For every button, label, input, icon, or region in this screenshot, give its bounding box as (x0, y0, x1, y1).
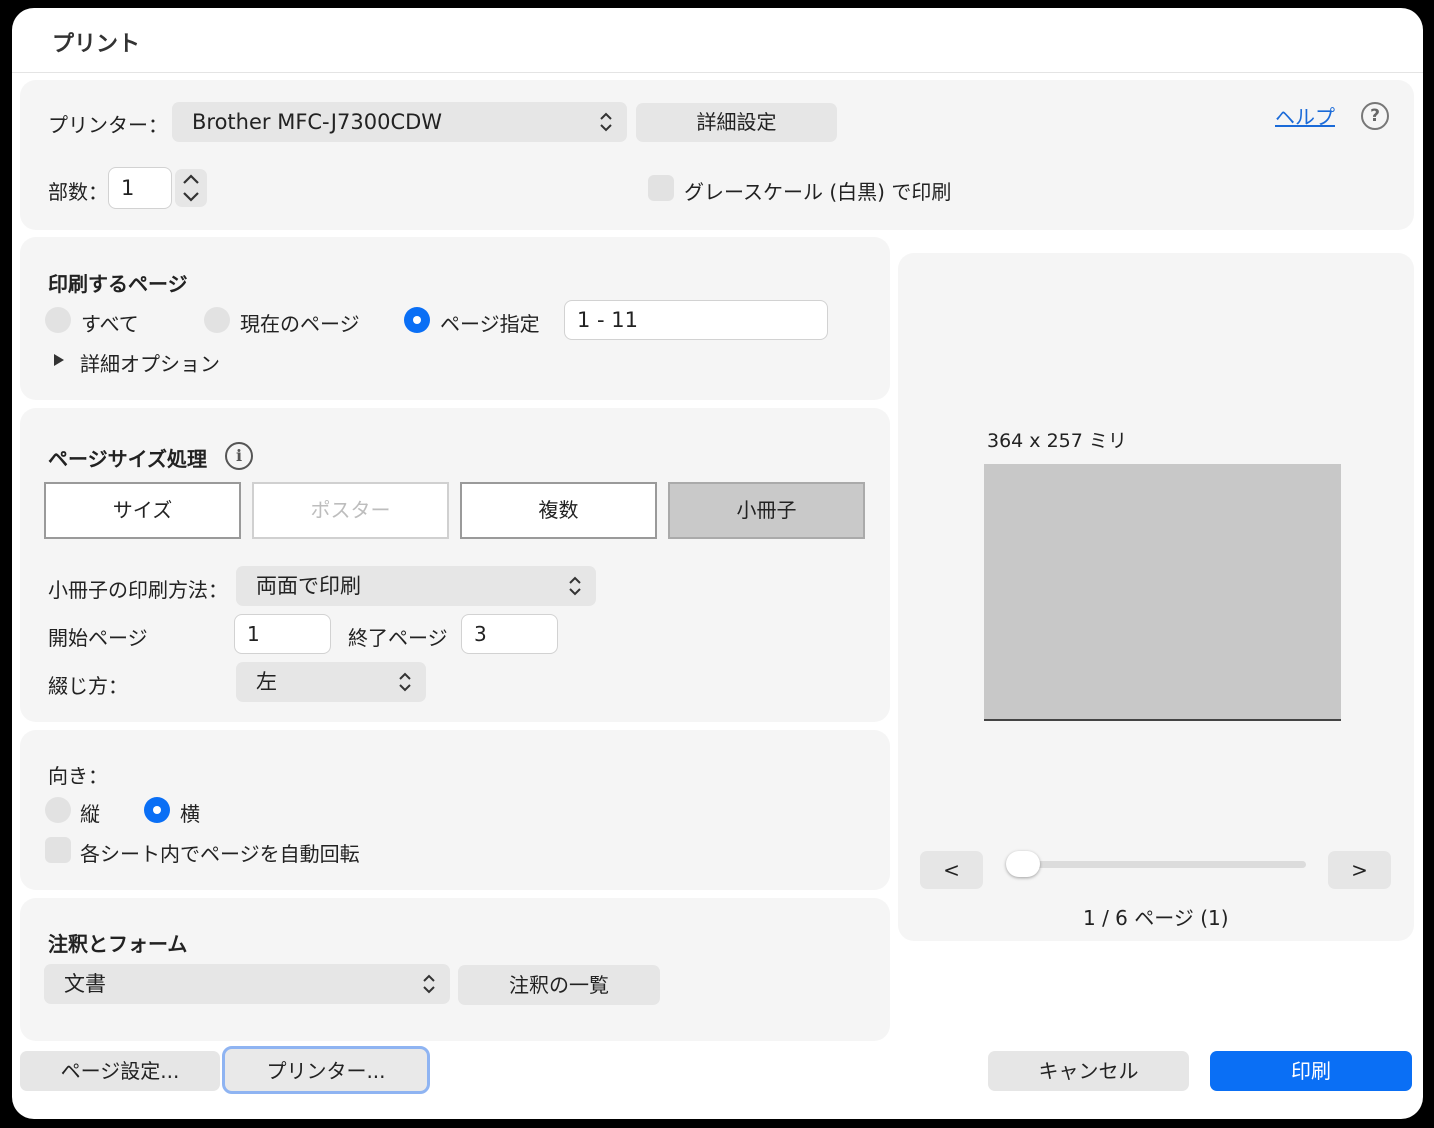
binding-value: 左 (256, 670, 277, 694)
end-page-field[interactable]: 3 (461, 614, 558, 654)
end-page-label: 終了ページ (348, 626, 448, 650)
grayscale-label: グレースケール (白黒) で印刷 (684, 180, 952, 204)
copies-field[interactable]: 1 (108, 167, 172, 209)
printer-select-value: Brother MFC-J7300CDW (192, 110, 443, 134)
binding-select[interactable]: 左 (236, 662, 426, 702)
cancel-button[interactable]: キャンセル (988, 1051, 1189, 1091)
radio-page-range-label: ページ指定 (440, 312, 540, 336)
annotations-heading: 注釈とフォーム (48, 932, 188, 956)
info-icon[interactable]: i (225, 442, 253, 470)
start-page-label: 開始ページ (48, 626, 148, 650)
title-bar: プリント (12, 8, 1423, 73)
copies-label: 部数： (48, 180, 108, 204)
page-slider-thumb[interactable] (1006, 851, 1040, 877)
radio-portrait[interactable] (45, 797, 71, 823)
help-icon-glyph: ? (1370, 106, 1380, 126)
printer-label: プリンター： (48, 113, 168, 137)
page-size-heading: ページサイズ処理 (48, 447, 207, 471)
radio-current-page-label: 現在のページ (240, 312, 360, 336)
annotations-select[interactable]: 文書 (44, 964, 450, 1004)
page-range-field[interactable]: 1 - 11 (564, 300, 828, 340)
radio-page-range[interactable] (404, 307, 430, 333)
radio-all-pages-label: すべて (81, 312, 139, 336)
preview-dimensions: 364 x 257 ミリ (987, 430, 1127, 452)
updown-chevron-icon (600, 112, 612, 132)
print-button[interactable]: 印刷 (1210, 1051, 1412, 1091)
pages-heading: 印刷するページ (48, 272, 188, 296)
orientation-heading: 向き： (48, 764, 108, 788)
booklet-method-value: 両面で印刷 (256, 574, 361, 598)
annotations-select-value: 文書 (64, 972, 106, 996)
updown-chevron-icon (399, 672, 411, 692)
page-setup-button[interactable]: ページ設定... (20, 1051, 220, 1091)
stepper-arrows-icon (183, 174, 199, 202)
prev-page-button[interactable]: < (920, 851, 983, 889)
updown-chevron-icon (569, 576, 581, 596)
window-title: プリント (52, 32, 141, 57)
binding-label: 綴じ方： (48, 674, 128, 698)
preview-page-image (984, 464, 1341, 721)
tab-booklet[interactable]: 小冊子 (668, 482, 865, 539)
auto-rotate-checkbox[interactable] (45, 837, 71, 863)
radio-current-page[interactable] (204, 307, 230, 333)
start-page-field[interactable]: 1 (234, 614, 331, 654)
page-status: 1 / 6 ページ (1) (1083, 906, 1229, 930)
radio-all-pages[interactable] (45, 307, 71, 333)
tab-poster: ポスター (252, 482, 449, 539)
info-icon-glyph: i (235, 446, 243, 465)
printer-details-button[interactable]: 詳細設定 (636, 103, 837, 142)
print-dialog: プリント プリンター： Brother MFC-J7300CDW 詳細設定 ヘル… (12, 8, 1423, 1119)
annotations-list-button[interactable]: 注釈の一覧 (458, 965, 660, 1005)
radio-landscape[interactable] (144, 797, 170, 823)
printer-button[interactable]: プリンター... (222, 1046, 430, 1094)
next-page-button[interactable]: > (1328, 851, 1391, 889)
copies-stepper[interactable] (175, 169, 207, 207)
booklet-method-label: 小冊子の印刷方法： (48, 578, 228, 602)
help-icon[interactable]: ? (1361, 102, 1389, 130)
auto-rotate-label: 各シート内でページを自動回転 (80, 842, 360, 866)
disclosure-triangle-icon[interactable] (52, 352, 66, 372)
page-slider-track[interactable] (1012, 861, 1306, 868)
printer-select[interactable]: Brother MFC-J7300CDW (172, 102, 627, 142)
help-link[interactable]: ヘルプ (1275, 101, 1335, 130)
radio-landscape-label: 横 (180, 802, 200, 826)
booklet-method-select[interactable]: 両面で印刷 (236, 566, 596, 606)
grayscale-checkbox[interactable] (648, 175, 674, 201)
advanced-options-label[interactable]: 詳細オプション (80, 348, 220, 377)
updown-chevron-icon (423, 974, 435, 994)
radio-portrait-label: 縦 (80, 802, 100, 826)
tab-size[interactable]: サイズ (44, 482, 241, 539)
tab-multiple[interactable]: 複数 (460, 482, 657, 539)
